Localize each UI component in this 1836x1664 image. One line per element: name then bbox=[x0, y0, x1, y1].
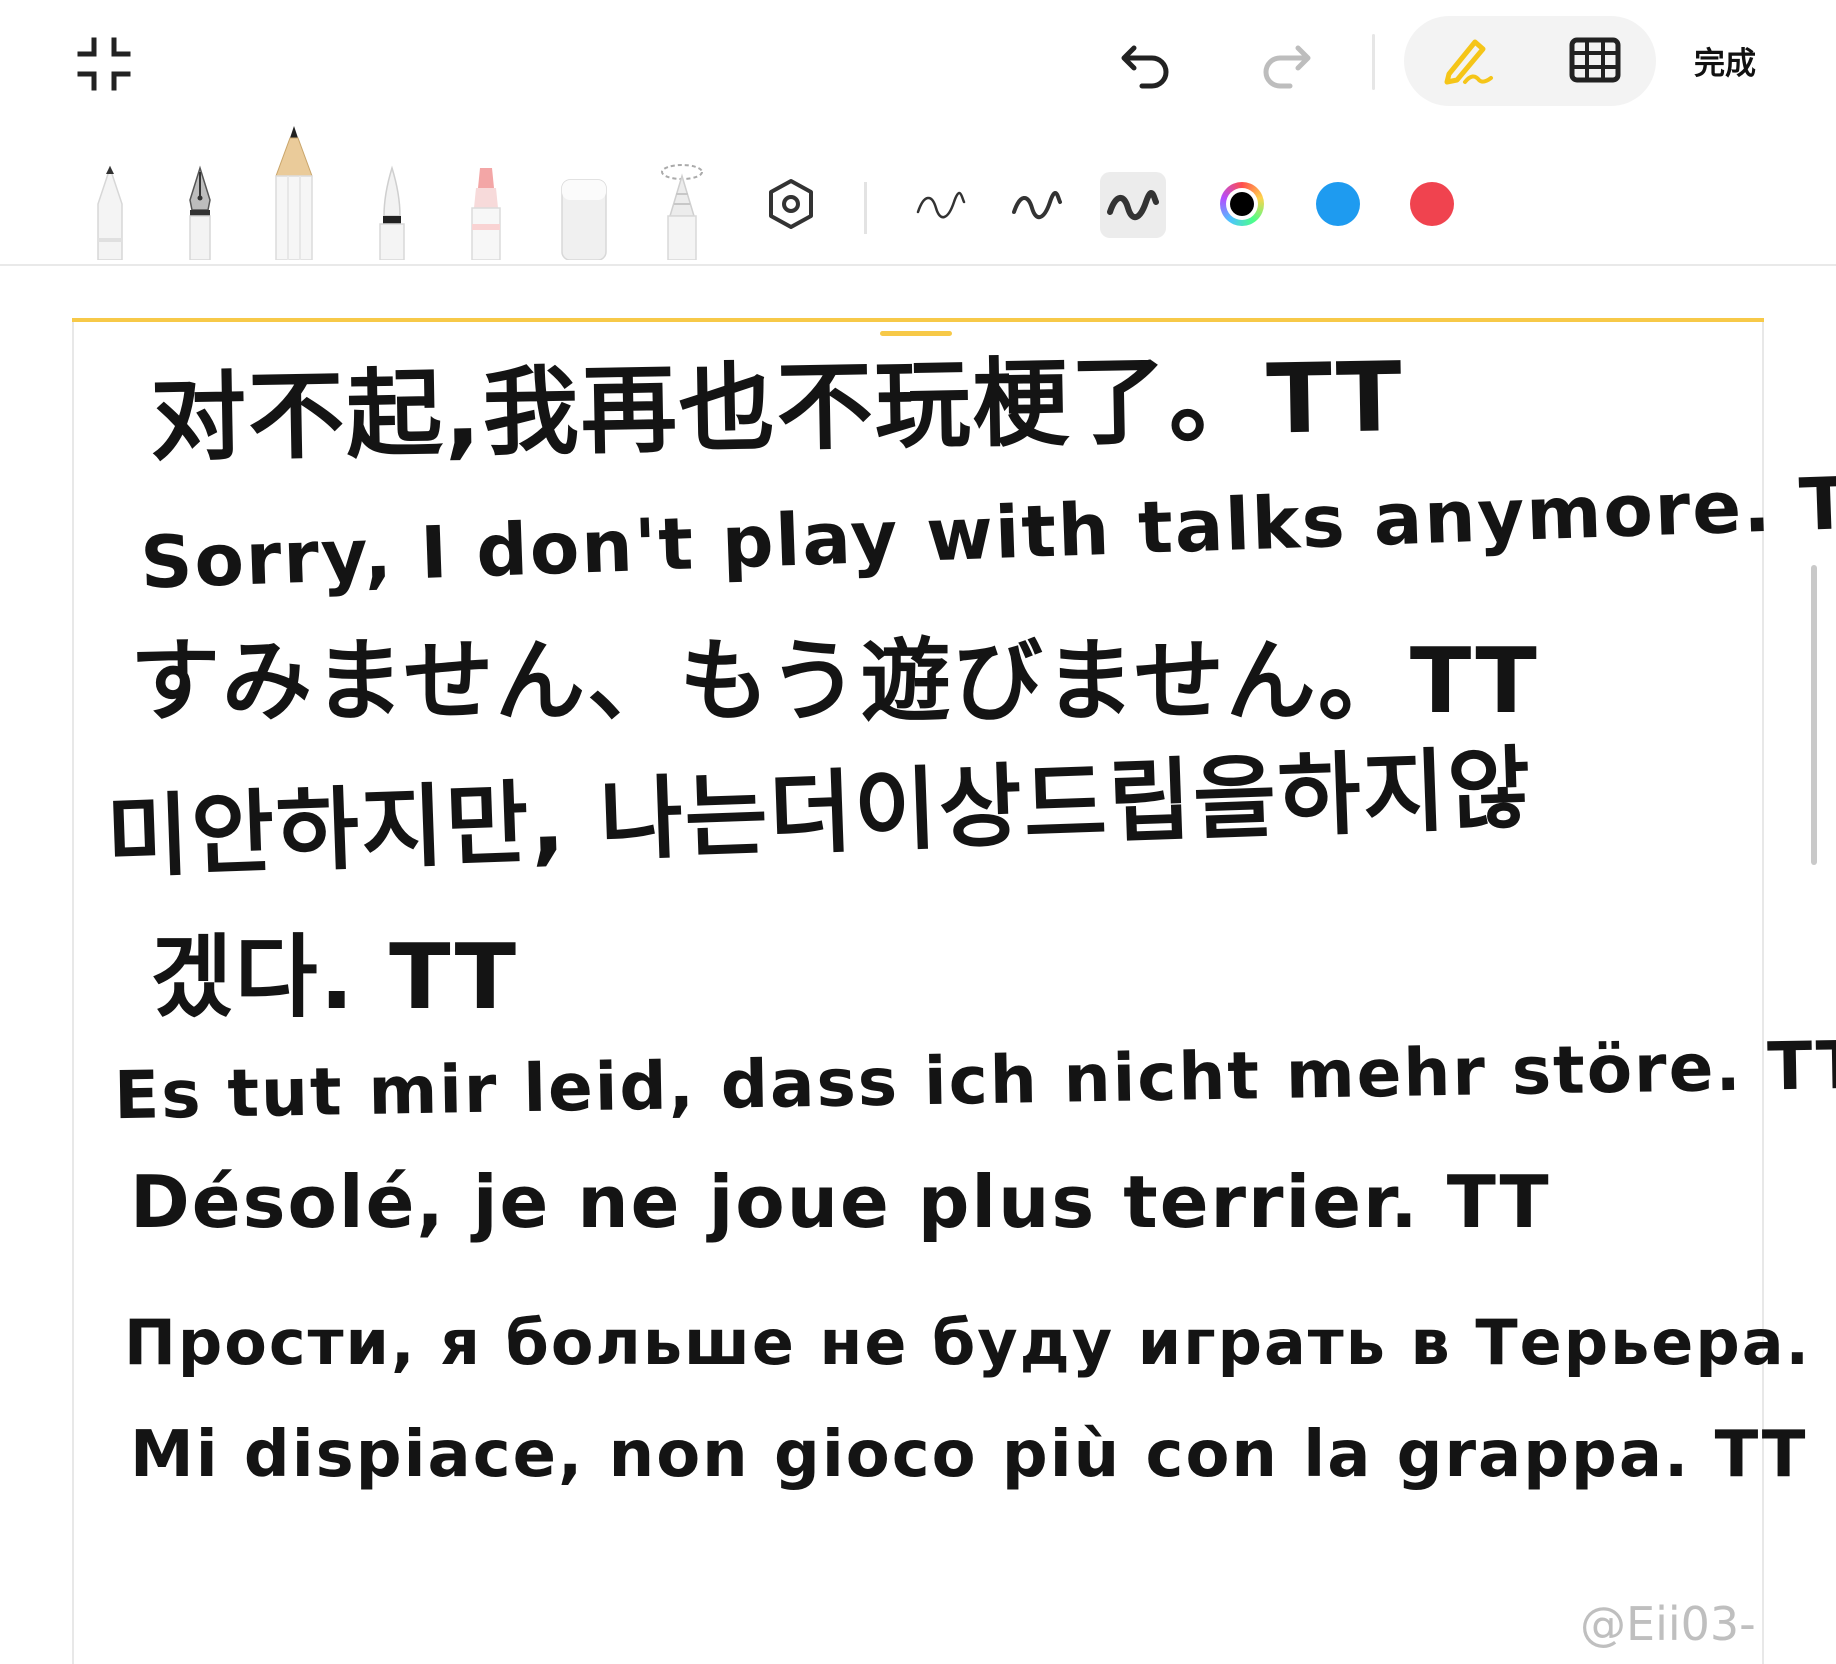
toolbar-separator bbox=[1372, 34, 1375, 90]
pencil-icon[interactable] bbox=[272, 124, 316, 264]
color-black[interactable] bbox=[1220, 182, 1264, 226]
page-top-border bbox=[72, 318, 1764, 322]
color-blue[interactable] bbox=[1316, 182, 1360, 226]
scrollbar[interactable] bbox=[1811, 565, 1817, 865]
settings-hexagon-icon[interactable] bbox=[766, 178, 816, 234]
color-red[interactable] bbox=[1410, 182, 1454, 226]
handwritten-line: Désolé, je ne joue plus terrier. TT bbox=[130, 1160, 1551, 1244]
handwritten-line: Mi dispiace, non gioco più con la grappa… bbox=[130, 1418, 1808, 1492]
toolbar-divider bbox=[0, 264, 1836, 266]
lasso-icon[interactable] bbox=[658, 160, 706, 264]
brush-pen-icon[interactable] bbox=[372, 164, 412, 264]
grid-icon[interactable] bbox=[1568, 34, 1624, 90]
undo-icon[interactable] bbox=[1118, 30, 1178, 90]
watermark: @Eii03- bbox=[1580, 1597, 1756, 1651]
fountain-pen-icon[interactable] bbox=[178, 164, 222, 264]
handwriting-pen-icon[interactable] bbox=[1435, 30, 1497, 92]
redo-icon[interactable] bbox=[1254, 30, 1314, 90]
handwritten-line: Прости, я больше не буду играть в Терьер… bbox=[124, 1306, 1812, 1379]
stroke-thin[interactable] bbox=[908, 172, 974, 238]
eraser-icon[interactable] bbox=[560, 164, 608, 264]
handwritten-line: 对不起,我再也不玩梗了。TT bbox=[149, 341, 1405, 475]
handwritten-line: すみません、もう遊びません。TT bbox=[130, 629, 1539, 734]
ballpoint-pen-icon[interactable] bbox=[88, 164, 132, 264]
handwritten-line: 겠다. TT bbox=[150, 925, 518, 1030]
top-bar: 完成 bbox=[0, 0, 1836, 130]
stroke-thick[interactable] bbox=[1100, 172, 1166, 238]
collapse-icon[interactable] bbox=[76, 36, 132, 92]
done-button[interactable]: 完成 bbox=[1694, 40, 1756, 88]
stroke-medium[interactable] bbox=[1004, 172, 1070, 238]
highlighter-icon[interactable] bbox=[464, 164, 508, 264]
toolbar-separator bbox=[864, 182, 867, 234]
